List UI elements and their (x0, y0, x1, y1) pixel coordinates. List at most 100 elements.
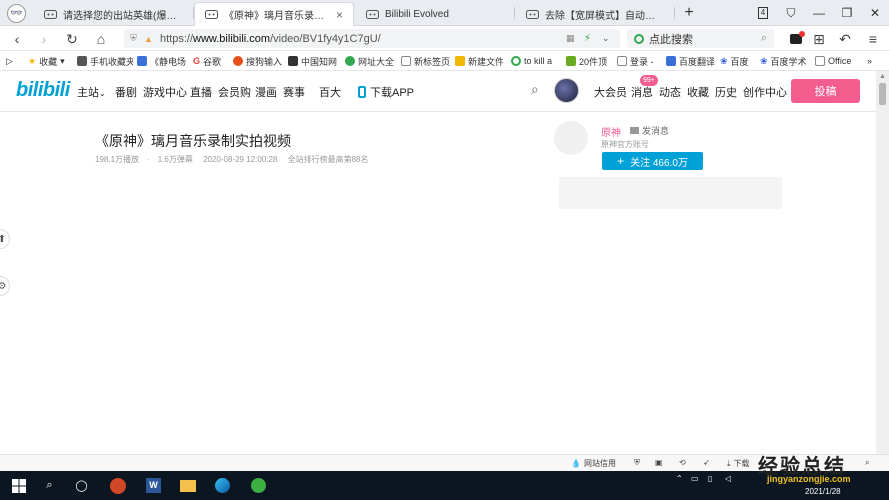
bookmark-favicon (566, 56, 576, 66)
powerpoint-icon[interactable] (108, 476, 127, 495)
bilibili-logo[interactable]: bilibili (16, 79, 70, 102)
bookmark-item[interactable]: ❀ 百度学术 (760, 54, 808, 68)
nav-anime[interactable]: 番剧 (115, 84, 137, 100)
upload-button[interactable]: 投稿 (791, 79, 860, 103)
nav-history[interactable]: 历史 (715, 84, 737, 100)
taskbar-date[interactable]: 2021/1/28 (805, 487, 841, 496)
nav-game-center[interactable]: 游戏中心 (143, 84, 187, 100)
bookmark-item[interactable]: 登录 - (617, 54, 665, 68)
word-icon[interactable]: W (144, 476, 163, 495)
mail-icon (630, 127, 639, 134)
bookmark-item[interactable]: 网址大全 (345, 54, 397, 68)
bookmark-item[interactable]: ❀ 百度 (720, 54, 756, 68)
close-window-icon[interactable]: ✕ (862, 0, 888, 26)
tray-chevron-icon[interactable]: ⌃ (676, 474, 683, 483)
send-message-link[interactable]: 发消息 (630, 124, 669, 137)
battery-icon[interactable]: ▯ (708, 474, 712, 483)
bookmark-item[interactable]: 手机收藏夹 (77, 54, 133, 68)
home-icon[interactable]: ⌂ (90, 28, 112, 50)
bookmark-item[interactable]: 百度翻译 (666, 54, 716, 68)
bookmark-item[interactable]: 新标签页 (401, 54, 451, 68)
user-avatar[interactable] (554, 78, 579, 103)
search-input[interactable]: 点此搜索 ⌕ (627, 29, 774, 48)
bookmark-item[interactable]: 中国知网 (288, 54, 340, 68)
bookmark-item[interactable]: Office (815, 54, 861, 68)
bookmark-item[interactable]: G 谷歌 (193, 54, 231, 68)
volume-icon[interactable]: ◁ (725, 474, 731, 483)
tab-separator (514, 7, 515, 19)
nav-esports[interactable]: 赛事 (283, 84, 305, 100)
follow-button[interactable]: + 关注 466.0万 (602, 152, 703, 170)
close-tab-icon[interactable]: × (336, 8, 343, 22)
windows-start-icon[interactable] (9, 476, 28, 495)
nav-dynamics[interactable]: 动态 (659, 84, 681, 100)
nav-vip[interactable]: 大会员 (594, 84, 627, 100)
bookmark-item[interactable]: 搜狗输入 (233, 54, 283, 68)
file-explorer-icon[interactable] (178, 476, 197, 495)
network-icon[interactable]: ▭ (691, 474, 699, 483)
bookmark-item[interactable]: 《静电场 (137, 54, 187, 68)
task-view-icon[interactable]: ◯ (72, 476, 91, 495)
nav-manga[interactable]: 漫画 (255, 84, 277, 100)
tab-2-active[interactable]: 《原神》璃月音乐录制实拍视频 × (194, 2, 354, 26)
video-title: 《原神》璃月音乐录制实拍视频 (95, 133, 291, 149)
nav-mall[interactable]: 会员购 (218, 84, 251, 100)
scroll-up-icon[interactable]: ▲ (879, 73, 886, 80)
search-icon[interactable]: ⌕ (761, 32, 767, 45)
uploader-name[interactable]: 原神 (601, 124, 621, 139)
bookmark-item[interactable]: to kill a (511, 54, 557, 68)
download-app-link[interactable]: 下载APP (358, 84, 414, 100)
search-icon[interactable]: ⌕ (531, 81, 539, 98)
undo-icon[interactable]: ↶ (834, 28, 856, 50)
baidu-paw-icon: ❀ (720, 55, 728, 66)
tab-3[interactable]: Bilibili Evolved (356, 2, 506, 26)
uploader-avatar[interactable] (554, 121, 588, 155)
translate-status-icon[interactable]: ⟲ (679, 458, 686, 467)
refresh-icon[interactable]: ↻ (61, 28, 83, 50)
chevron-down-icon[interactable]: ⌄ (602, 33, 610, 44)
restore-icon[interactable]: ❐ (834, 0, 860, 26)
nav-messages[interactable]: 消息 (631, 84, 653, 100)
rank-info[interactable]: 全站排行榜最高第88名 (288, 155, 369, 164)
nav-creator-center[interactable]: 创作中心 (743, 84, 787, 100)
screenshot-icon[interactable]: ▣ (655, 458, 663, 467)
nav-main-site[interactable]: 主站⌄ (77, 84, 106, 100)
menu-icon[interactable]: ≡ (862, 28, 884, 50)
more-bookmarks-icon[interactable]: » (867, 54, 872, 68)
side-tool-icon[interactable]: ⬆ (0, 229, 10, 249)
edge-icon[interactable] (213, 476, 232, 495)
browser-360-icon[interactable] (249, 476, 268, 495)
new-tab-button[interactable]: + (676, 0, 702, 26)
bookmark-item[interactable]: 20件顶 (566, 54, 610, 68)
translate-icon (666, 56, 676, 66)
nav-favorites[interactable]: 收藏 (687, 84, 709, 100)
bookmark-item[interactable]: 新建文件 (455, 54, 503, 68)
search-icon[interactable]: ⌕ (40, 476, 59, 495)
lightning-icon[interactable]: ⚡ (584, 33, 591, 44)
zoom-search-icon[interactable]: ⌕ (865, 458, 869, 468)
minimize-icon[interactable]: — (806, 0, 832, 26)
user-avatar-icon[interactable]: 👓 (7, 4, 26, 23)
forward-icon[interactable]: › (33, 28, 55, 50)
danmaku-count: 1.6万弹幕 (157, 155, 193, 164)
back-icon[interactable]: ‹ (6, 28, 28, 50)
grid-icon[interactable]: ▦ (566, 33, 575, 44)
nav-live[interactable]: 直播 (190, 84, 212, 100)
settings-gear-icon[interactable]: ⚙ (0, 276, 10, 296)
nav-top100[interactable]: 百大 (319, 84, 341, 100)
tab-count-button[interactable]: 4 (750, 0, 776, 26)
apps-grid-icon[interactable]: ⊞ (808, 28, 830, 50)
site-trust-indicator[interactable]: 💧 网站信用 (571, 458, 616, 469)
address-bar[interactable]: ⛨ ▲ https://www.bilibili.com/video/BV1fy… (124, 29, 620, 48)
page-scrollbar[interactable]: ▲ (876, 71, 889, 471)
bookmark-item[interactable]: ★ 收藏 ▾ (28, 54, 65, 68)
shirt-icon[interactable]: ⛉ (778, 0, 804, 26)
tab-4[interactable]: 去除【宽屏模式】自动调节网页 (516, 2, 668, 26)
rocket-icon[interactable]: ➶ (703, 458, 710, 467)
shield-icon[interactable]: ⛨ (634, 458, 640, 468)
extension-icon[interactable] (785, 28, 807, 50)
download-status[interactable]: ⤓ 下载 (727, 458, 750, 469)
bookmarks-toggle-icon[interactable]: ▷ (6, 54, 13, 68)
tab-1[interactable]: 请选择您的出站英雄(爆笑沙雕动 (34, 2, 190, 26)
scroll-thumb[interactable] (879, 83, 886, 105)
